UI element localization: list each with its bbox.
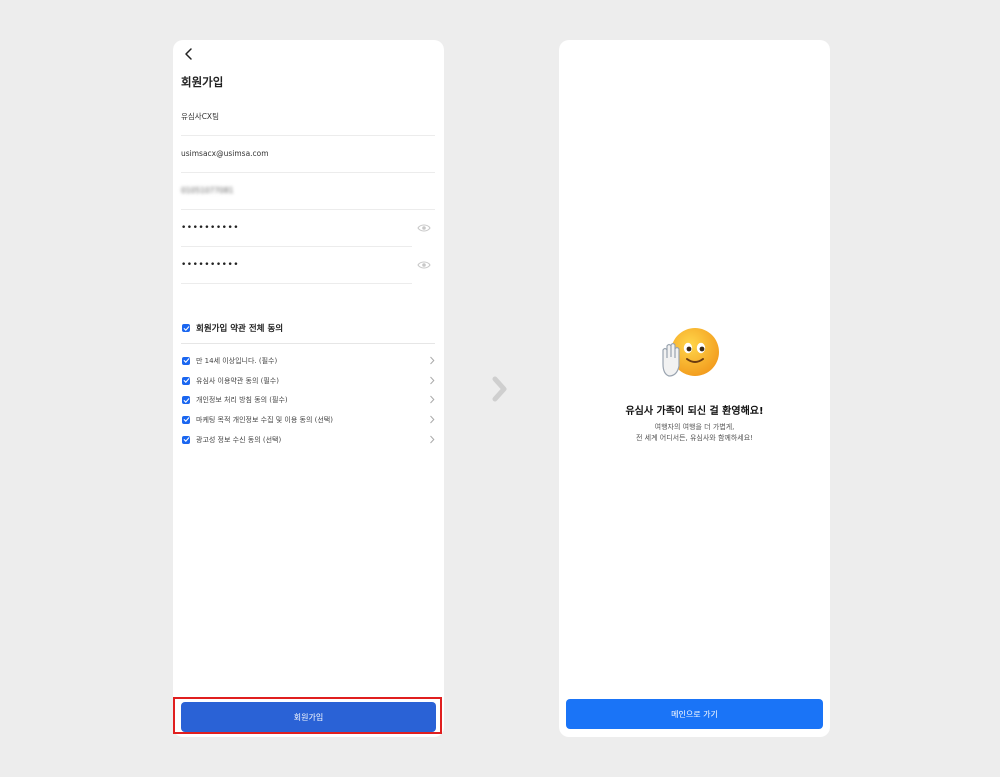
term-item-advertising[interactable]: 광고성 정보 수신 동의 (선택) <box>182 430 435 450</box>
agree-all-label: 회원가입 약관 전체 동의 <box>196 324 284 334</box>
checkbox-checked-icon[interactable] <box>182 435 190 444</box>
phone-value: 01051077081 <box>181 186 234 195</box>
highlight-box <box>173 697 442 734</box>
divider <box>181 343 435 344</box>
welcome-screen: 유심사 가족이 되신 걸 환영해요! 여행자의 여행을 더 가볍게, 전 세계 … <box>559 40 830 737</box>
checkbox-checked-icon[interactable] <box>182 376 190 385</box>
go-main-button[interactable]: 메인으로 가기 <box>566 699 823 729</box>
email-field[interactable]: usimsacx@usimsa.com <box>181 135 435 173</box>
signup-screen: 회원가입 유심사CX팀 usimsacx@usimsa.com 01051077… <box>173 40 444 737</box>
chevron-right-icon[interactable] <box>429 415 435 424</box>
agree-all-checkbox[interactable]: 회원가입 약관 전체 동의 <box>182 322 435 334</box>
name-value: 유심사CX팀 <box>181 112 219 121</box>
term-item-privacy[interactable]: 개인정보 처리 방침 동의 (필수) <box>182 390 435 410</box>
password-field[interactable]: •••••••••• <box>181 209 412 247</box>
term-label: 마케팅 목적 개인정보 수집 및 이용 동의 (선택) <box>196 415 333 424</box>
checkbox-checked-icon[interactable] <box>182 396 190 405</box>
chevron-right-icon[interactable] <box>429 395 435 404</box>
chevron-right-icon <box>492 376 507 402</box>
page-title: 회원가입 <box>181 75 224 89</box>
welcome-subtitle-line2: 전 세계 어디서든, 유심사와 함께하세요! <box>636 434 753 442</box>
checkbox-checked-icon[interactable] <box>182 324 190 332</box>
checkbox-checked-icon[interactable] <box>182 415 190 424</box>
waving-face-emoji <box>662 328 719 377</box>
term-label: 유심사 이용약관 동의 (필수) <box>196 376 279 385</box>
chevron-right-icon[interactable] <box>429 435 435 444</box>
terms-list: 만 14세 이상입니다. (필수) 유심사 이용약관 동의 (필수) 개인정보 … <box>182 351 435 449</box>
welcome-subtitle-line1: 여행자의 여행을 더 가볍게, <box>654 423 735 431</box>
eye-icon[interactable] <box>417 223 431 233</box>
email-value: usimsacx@usimsa.com <box>181 149 269 158</box>
checkbox-checked-icon[interactable] <box>182 356 190 365</box>
term-label: 개인정보 처리 방침 동의 (필수) <box>196 396 288 405</box>
term-label: 만 14세 이상입니다. (필수) <box>196 356 278 365</box>
welcome-title: 유심사 가족이 되신 걸 환영해요! <box>625 406 764 417</box>
chevron-right-icon[interactable] <box>429 356 435 365</box>
chevron-left-icon[interactable] <box>181 46 197 62</box>
chevron-right-icon[interactable] <box>429 376 435 385</box>
eye-icon[interactable] <box>417 260 431 270</box>
term-item-service[interactable]: 유심사 이용약관 동의 (필수) <box>182 371 435 391</box>
password-confirm-field[interactable]: •••••••••• <box>181 246 412 284</box>
phone-field[interactable]: 01051077081 <box>181 172 435 210</box>
term-item-marketing[interactable]: 마케팅 목적 개인정보 수집 및 이용 동의 (선택) <box>182 410 435 430</box>
password-confirm-value: •••••••••• <box>181 259 240 270</box>
password-value: •••••••••• <box>181 222 240 233</box>
term-label: 광고성 정보 수신 동의 (선택) <box>196 435 282 444</box>
name-field[interactable]: 유심사CX팀 <box>181 98 435 136</box>
term-item-age[interactable]: 만 14세 이상입니다. (필수) <box>182 351 435 371</box>
